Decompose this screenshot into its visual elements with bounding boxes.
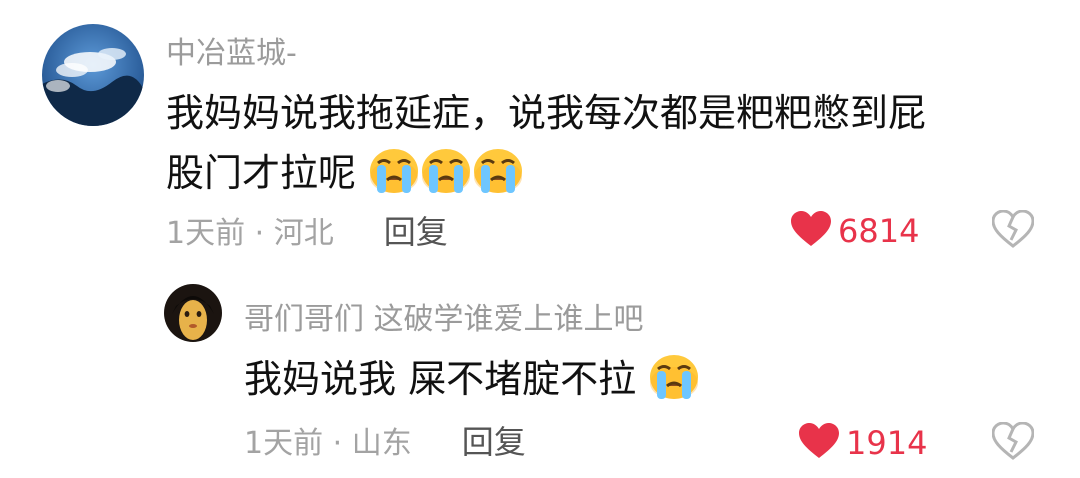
comment-reply-button[interactable]: 回复 bbox=[384, 207, 448, 253]
reply-username[interactable]: 哥们哥们 这破学谁爱上谁上吧 bbox=[244, 294, 644, 338]
comment-text-line2: 股门才拉呢 bbox=[166, 142, 524, 204]
crying-face-emoji bbox=[368, 147, 420, 204]
reply-text-content: 我妈说我 屎不堵腚不拉 bbox=[244, 357, 637, 401]
comment-text-line2-text: 股门才拉呢 bbox=[166, 151, 357, 195]
reply-like-button[interactable]: 1914 bbox=[798, 420, 927, 466]
avatar-reply[interactable] bbox=[164, 284, 222, 342]
broken-heart-icon bbox=[991, 421, 1035, 464]
comment-username[interactable]: 中冶蓝城- bbox=[166, 28, 297, 72]
crying-face-emoji bbox=[648, 353, 700, 410]
avatar-main[interactable] bbox=[42, 24, 144, 126]
broken-heart-icon bbox=[991, 209, 1035, 252]
reply-like-count: 1914 bbox=[846, 424, 928, 462]
reply-reply-button[interactable]: 回复 bbox=[462, 417, 526, 463]
comment-text-line1: 我妈妈说我拖延症，说我每次都是粑粑憋到屁 bbox=[166, 91, 927, 135]
comment-like-count: 6814 bbox=[838, 212, 920, 250]
heart-icon bbox=[798, 422, 840, 464]
reply-meta-row: 1天前 · 山东 回复 bbox=[244, 418, 526, 462]
heart-icon bbox=[790, 210, 832, 252]
crying-face-emoji bbox=[420, 147, 472, 204]
reply-time-location: 1天前 · 山东 bbox=[244, 426, 412, 461]
crying-face-emoji bbox=[472, 147, 524, 204]
reply-text: 我妈说我 屎不堵腚不拉 bbox=[244, 348, 700, 410]
comment-meta-row: 1天前 · 河北 回复 bbox=[166, 208, 448, 252]
reply-dislike-button[interactable] bbox=[991, 421, 1035, 464]
comment-like-button[interactable]: 6814 bbox=[790, 208, 919, 254]
comment-dislike-button[interactable] bbox=[991, 209, 1035, 252]
comment-time-location: 1天前 · 河北 bbox=[166, 216, 334, 251]
